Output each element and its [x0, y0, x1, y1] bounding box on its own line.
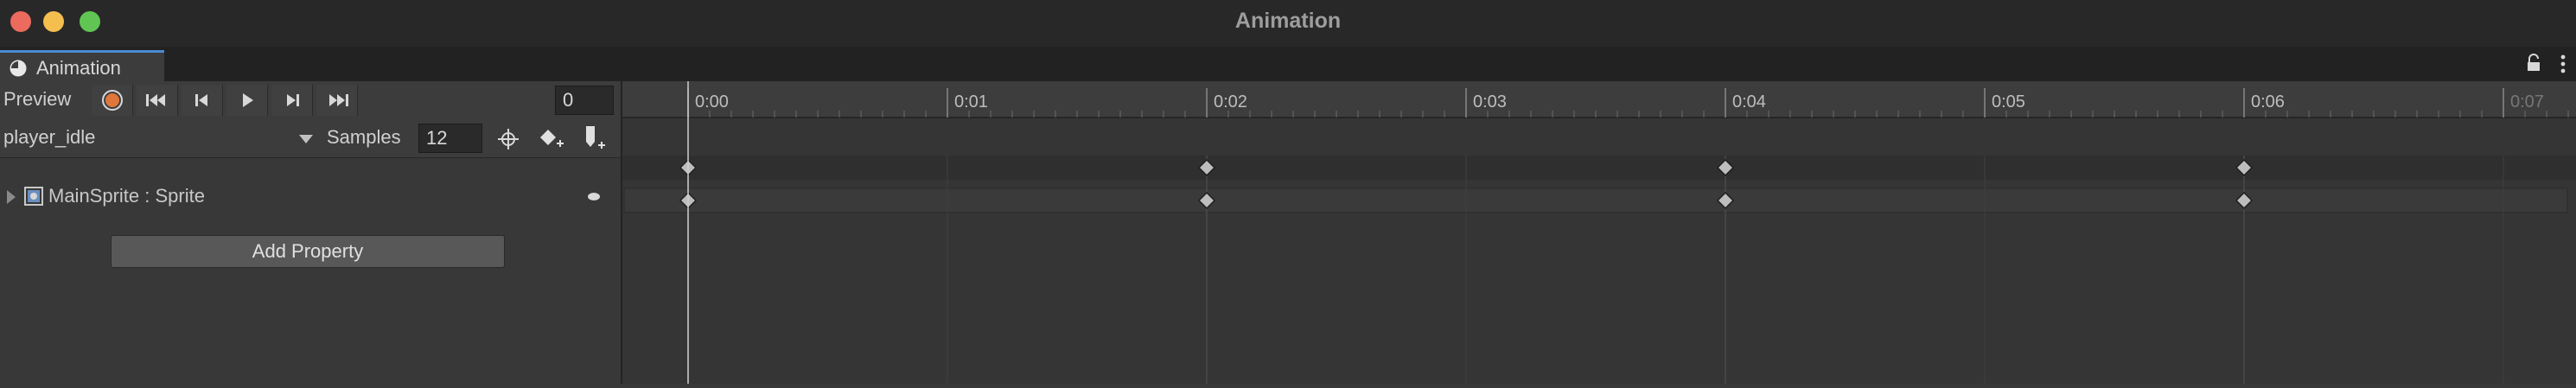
- ruler-label: 0:01: [954, 92, 988, 111]
- ruler-label: 0:05: [1992, 92, 2025, 111]
- add-property-button[interactable]: Add Property: [111, 235, 505, 268]
- add-event-icon[interactable]: [577, 123, 612, 154]
- frame-input[interactable]: 0: [555, 86, 614, 115]
- summary-row: [622, 156, 2576, 180]
- record-button[interactable]: [92, 85, 133, 116]
- first-key-icon: [146, 94, 165, 106]
- sprite-icon: [24, 187, 43, 206]
- ruler-label: 0:06: [2251, 92, 2285, 111]
- ruler-strip: [622, 119, 2576, 156]
- prev-key-button[interactable]: [182, 85, 223, 116]
- samples-label: Samples: [327, 126, 401, 148]
- dopesheet[interactable]: 0:00 0:01 0:02 0:03 0:04 0:05 0:06 0:07: [622, 81, 2576, 384]
- preview-button[interactable]: Preview: [3, 88, 71, 111]
- property-track: [623, 188, 2568, 213]
- expand-arrow-icon[interactable]: [7, 190, 16, 204]
- clip-dropdown[interactable]: player_idle: [0, 123, 322, 154]
- samples-input[interactable]: 12: [418, 124, 482, 153]
- property-panel: Preview 0 player_idle Samples 12 MainSpr…: [0, 81, 622, 384]
- record-icon: [102, 90, 123, 111]
- ruler-label: 0:00: [695, 92, 729, 111]
- first-key-button[interactable]: [137, 85, 178, 116]
- play-icon: [243, 93, 253, 107]
- last-key-icon: [329, 94, 348, 106]
- prev-key-icon: [195, 94, 207, 106]
- property-label: MainSprite : Sprite: [48, 185, 205, 207]
- timeline[interactable]: 0:00 0:01 0:02 0:03 0:04 0:05 0:06 0:07: [622, 81, 2576, 384]
- title-bar: Animation: [0, 0, 2576, 47]
- filter-icon[interactable]: [491, 124, 526, 154]
- playback-toolbar: Preview 0: [0, 81, 621, 120]
- add-keyframe-icon[interactable]: [534, 124, 569, 154]
- ruler-label: 0:07: [2510, 92, 2544, 111]
- ruler-label: 0:02: [1214, 92, 1247, 111]
- tab-label: Animation: [36, 57, 121, 79]
- next-key-icon: [287, 94, 299, 106]
- property-row[interactable]: MainSprite : Sprite: [0, 181, 621, 213]
- window-title: Animation: [1234, 9, 1342, 33]
- ruler-label: 0:04: [1732, 92, 1766, 111]
- ruler-label: 0:03: [1473, 92, 1507, 111]
- last-key-button[interactable]: [316, 85, 358, 116]
- property-options-icon[interactable]: [588, 193, 600, 200]
- tab-strip: Animation: [0, 47, 2576, 81]
- animation-clock-icon: [10, 60, 27, 77]
- clip-toolbar: player_idle Samples 12: [0, 119, 621, 158]
- lock-icon[interactable]: [2526, 54, 2541, 73]
- clip-name: player_idle: [3, 126, 96, 148]
- play-button[interactable]: [226, 85, 268, 116]
- next-key-button[interactable]: [271, 85, 313, 116]
- menu-icon[interactable]: [2560, 54, 2566, 74]
- chevron-down-icon: [299, 135, 313, 143]
- tab-animation[interactable]: Animation: [0, 50, 164, 81]
